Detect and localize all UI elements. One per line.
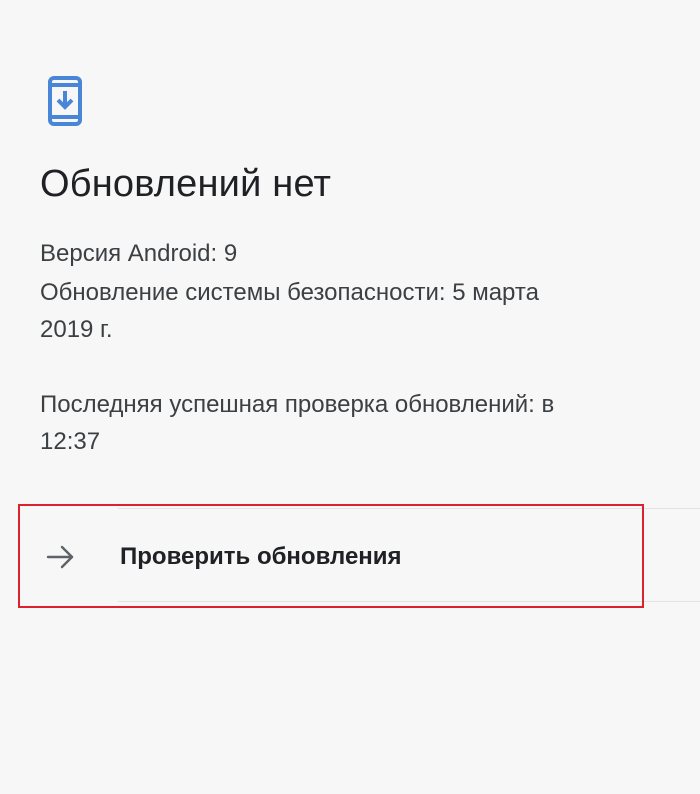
security-update-date-text: 2019 г. xyxy=(40,316,113,343)
check-updates-label: Проверить обновления xyxy=(120,543,402,570)
check-updates-button[interactable]: Проверить обновления xyxy=(18,504,644,608)
arrow-right-icon xyxy=(46,544,76,570)
android-version-text: Версия Android: 9 xyxy=(40,240,238,267)
page-title: Обновлений нет xyxy=(40,163,332,205)
last-check-time-text: 12:37 xyxy=(40,428,101,455)
system-update-screen: Обновлений нет Версия Android: 9 Обновле… xyxy=(0,0,700,794)
security-update-text: Обновление системы безопасности: 5 марта xyxy=(40,279,539,306)
phone-download-icon xyxy=(48,76,82,126)
last-check-text: Последняя успешная проверка обновлений: … xyxy=(40,391,555,418)
